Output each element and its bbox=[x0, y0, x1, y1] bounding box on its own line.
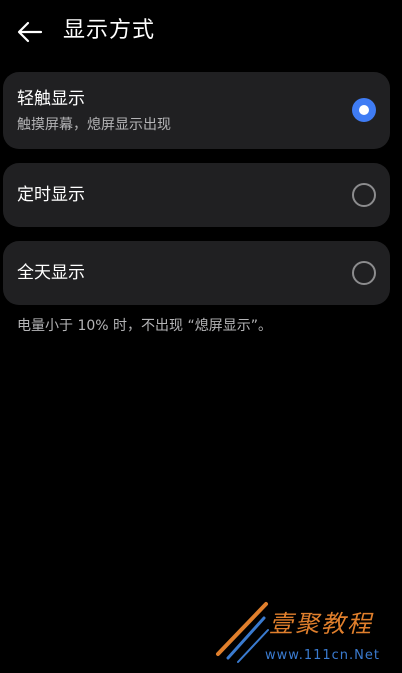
option-subtitle: 触摸屏幕，熄屏显示出现 bbox=[17, 117, 171, 133]
radio-unselected[interactable] bbox=[352, 183, 376, 207]
watermark-url: www.111cn.Net bbox=[265, 648, 380, 663]
option-all-day-display[interactable]: 全天显示 bbox=[3, 241, 390, 305]
option-touch-display[interactable]: 轻触显示 触摸屏幕，熄屏显示出现 bbox=[3, 72, 390, 149]
watermark-name: 壹聚教程 bbox=[269, 610, 373, 638]
radio-selected[interactable] bbox=[352, 98, 376, 122]
watermark-logo: 壹聚教程 www.111cn.Net bbox=[214, 596, 400, 668]
page-title: 显示方式 bbox=[63, 18, 156, 43]
option-title: 轻触显示 bbox=[17, 89, 85, 109]
radio-unselected[interactable] bbox=[352, 261, 376, 285]
option-timed-display[interactable]: 定时显示 bbox=[3, 163, 390, 227]
option-title: 定时显示 bbox=[17, 185, 85, 205]
app-header: 显示方式 bbox=[0, 0, 402, 64]
option-title: 全天显示 bbox=[17, 263, 85, 283]
arrow-left-icon bbox=[17, 21, 43, 43]
radio-dot bbox=[359, 105, 369, 115]
back-button[interactable] bbox=[10, 14, 50, 50]
battery-note: 电量小于 10% 时，不出现 “熄屏显示”。 bbox=[17, 318, 272, 334]
